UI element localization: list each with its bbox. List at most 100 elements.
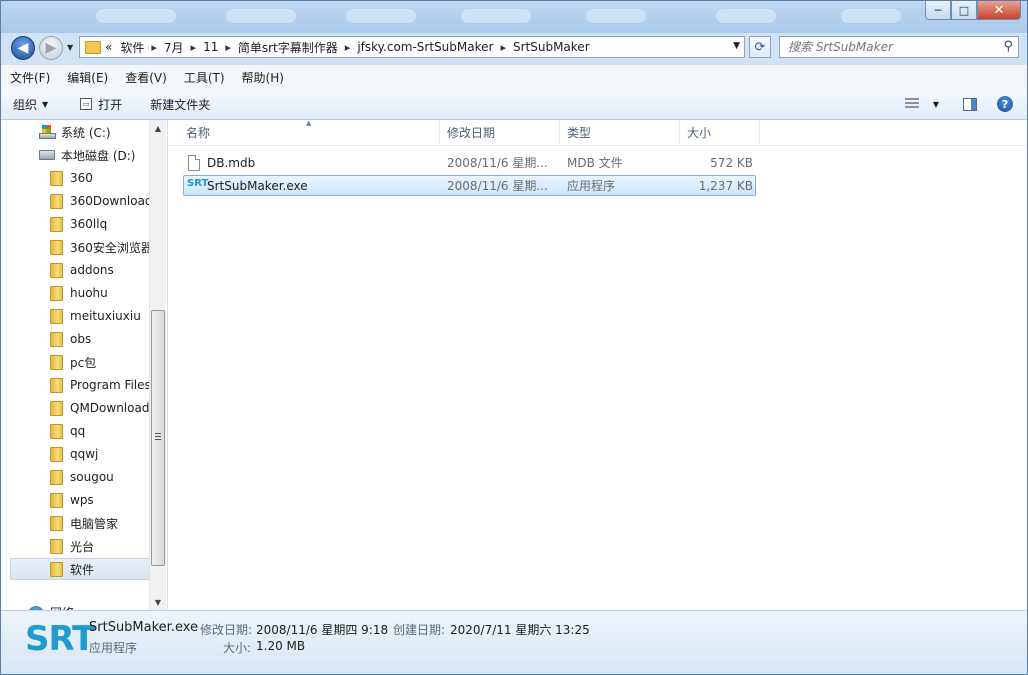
change-view-icon[interactable] [904, 98, 919, 110]
open-button[interactable]: ▭ 打开 [68, 96, 132, 113]
details-size-label: 大小: [223, 641, 252, 655]
menu-help[interactable]: 帮助(H) [233, 69, 292, 86]
tree-item-folder[interactable]: 电脑管家 [1, 512, 167, 534]
file-size: 1,237 KB [698, 179, 753, 193]
organize-label: 组织 [13, 97, 38, 112]
tree-item-folder[interactable]: wps [1, 489, 167, 511]
tree-item-folder[interactable]: qqwj [1, 443, 167, 465]
tree-item-folder[interactable]: sougou [1, 466, 167, 488]
details-modified-value: 2008/11/6 星期四 9:18 [256, 623, 389, 637]
file-row[interactable]: DB.mdb 2008/11/6 星期... MDB 文件 572 KB [183, 153, 756, 174]
tree-item-folder[interactable]: addons [1, 259, 167, 281]
file-type: 应用程序 [567, 179, 616, 193]
title-bar-blur [96, 9, 176, 23]
scroll-up-icon[interactable]: ▲ [150, 120, 166, 137]
tree-item-folder[interactable]: huohu [1, 282, 167, 304]
folder-icon [50, 469, 63, 485]
forward-button[interactable]: ▶ [39, 36, 63, 60]
tree-item-folder[interactable]: pc包 [1, 351, 167, 373]
tree-item-folder[interactable]: qq [1, 420, 167, 442]
tree-item-label: 光台 [70, 539, 95, 554]
title-bar[interactable]: ─ □ ✕ [1, 1, 1027, 33]
tree-item-folder[interactable]: 360安全浏览器 [1, 236, 167, 258]
breadcrumb-separator-icon[interactable]: ▸ [342, 41, 354, 54]
breadcrumb-item[interactable]: jfsky.com-SrtSubMaker [353, 40, 497, 54]
details-file-type: 应用程序 [89, 641, 138, 655]
tree-item-folder-selected[interactable]: 软件 [10, 558, 150, 580]
tree-item-label: 360 [70, 171, 93, 185]
title-bar-blur [346, 9, 416, 23]
breadcrumb-item[interactable]: 软件 [116, 39, 148, 56]
new-folder-button[interactable]: 新建文件夹 [138, 96, 220, 113]
help-icon[interactable]: ? [997, 96, 1013, 112]
search-icon[interactable]: ⚲ [1003, 39, 1013, 54]
breadcrumb-item[interactable]: 7月 [160, 39, 188, 56]
search-input[interactable] [786, 39, 995, 55]
tree-item-label: 电脑管家 [70, 516, 119, 531]
details-modified-label: 修改日期: [200, 623, 253, 637]
tree-item-network[interactable]: 网络 [1, 601, 167, 610]
menu-tools[interactable]: 工具(T) [175, 69, 233, 86]
preview-pane-icon[interactable] [963, 97, 977, 111]
tree-item-folder[interactable]: Program Files [1, 374, 167, 396]
tree-item-drive-d[interactable]: 本地磁盘 (D:) [1, 144, 167, 166]
tree-item-label: 软件 [70, 562, 95, 577]
menu-edit[interactable]: 编辑(E) [58, 69, 116, 86]
address-history-dropdown-icon[interactable]: ▼ [733, 41, 740, 51]
address-bar[interactable]: « 软件 ▸ 7月 ▸ 11 ▸ 简单srt字幕制作器 ▸ jfsky.com-… [79, 36, 745, 58]
details-created-value: 2020/7/11 星期六 13:25 [450, 623, 590, 637]
open-label: 打开 [98, 97, 123, 112]
column-header-type[interactable]: 类型 [560, 120, 680, 145]
breadcrumb-separator-icon[interactable]: ▸ [222, 41, 234, 54]
tree-item-label: wps [70, 493, 94, 507]
back-button[interactable]: ◀ [11, 36, 35, 60]
tree-item-folder[interactable]: 光台 [1, 535, 167, 557]
folder-icon [50, 170, 63, 186]
file-name: DB.mdb [207, 156, 256, 170]
navigation-scrollbar[interactable]: ▲ ▼ [149, 120, 166, 610]
tree-item-folder[interactable]: obs [1, 328, 167, 350]
tree-item-label: 360llq [70, 217, 108, 231]
title-bar-blur [461, 9, 531, 23]
file-size: 572 KB [710, 156, 753, 170]
tree-item-folder[interactable]: 360Downloads [1, 190, 167, 212]
tree-item-folder[interactable]: QMDownload [1, 397, 167, 419]
folder-icon [50, 308, 63, 324]
chevron-down-icon: ▼ [42, 99, 49, 109]
tree-item-folder[interactable]: 360llq [1, 213, 167, 235]
minimize-button[interactable]: ─ [925, 1, 951, 20]
tree-item-folder[interactable]: 360 [1, 167, 167, 189]
breadcrumb-item[interactable]: 11 [199, 40, 222, 54]
tree-item-label: 系统 (C:) [61, 125, 111, 140]
folder-icon [50, 377, 63, 393]
tree-item-label: meituxiuxiu [70, 309, 141, 323]
folder-icon [50, 446, 63, 462]
breadcrumb-separator-icon[interactable]: ▸ [188, 41, 200, 54]
refresh-button[interactable]: ⟳ [749, 36, 771, 58]
breadcrumb-separator-icon[interactable]: ▸ [148, 41, 160, 54]
organize-button[interactable]: 组织 ▼ [1, 96, 58, 113]
breadcrumb-item[interactable]: 简单srt字幕制作器 [234, 39, 342, 56]
maximize-button[interactable]: □ [951, 1, 977, 20]
breadcrumb-separator-icon[interactable]: ▸ [497, 41, 509, 54]
breadcrumb-overflow[interactable]: « [101, 40, 116, 54]
breadcrumb-item[interactable]: SrtSubMaker [509, 40, 594, 54]
tree-item-folder[interactable]: meituxiuxiu [1, 305, 167, 327]
column-header-modified[interactable]: 修改日期 [440, 120, 560, 145]
menu-file[interactable]: 文件(F) [1, 69, 58, 86]
recent-pages-dropdown-icon[interactable]: ▼ [67, 43, 73, 52]
file-row-selected[interactable]: SRT SrtSubMaker.exe 2008/11/6 星期... 应用程序… [183, 175, 756, 196]
close-button[interactable]: ✕ [977, 1, 1021, 20]
column-header-size[interactable]: 大小 [680, 120, 760, 145]
view-options-chevron-icon[interactable]: ▼ [933, 100, 939, 109]
folder-icon [50, 354, 63, 370]
tree-item-drive-c[interactable]: 系统 (C:) [1, 121, 167, 143]
document-icon [188, 155, 200, 171]
search-box[interactable]: ⚲ [779, 36, 1019, 58]
column-header-name[interactable]: 名称 [179, 120, 440, 145]
folder-icon [85, 40, 101, 54]
column-headers: ▲ 名称 修改日期 类型 大小 [168, 119, 1027, 146]
scroll-down-icon[interactable]: ▼ [150, 594, 166, 610]
menu-view[interactable]: 查看(V) [116, 69, 175, 86]
scroll-thumb[interactable] [151, 310, 165, 566]
